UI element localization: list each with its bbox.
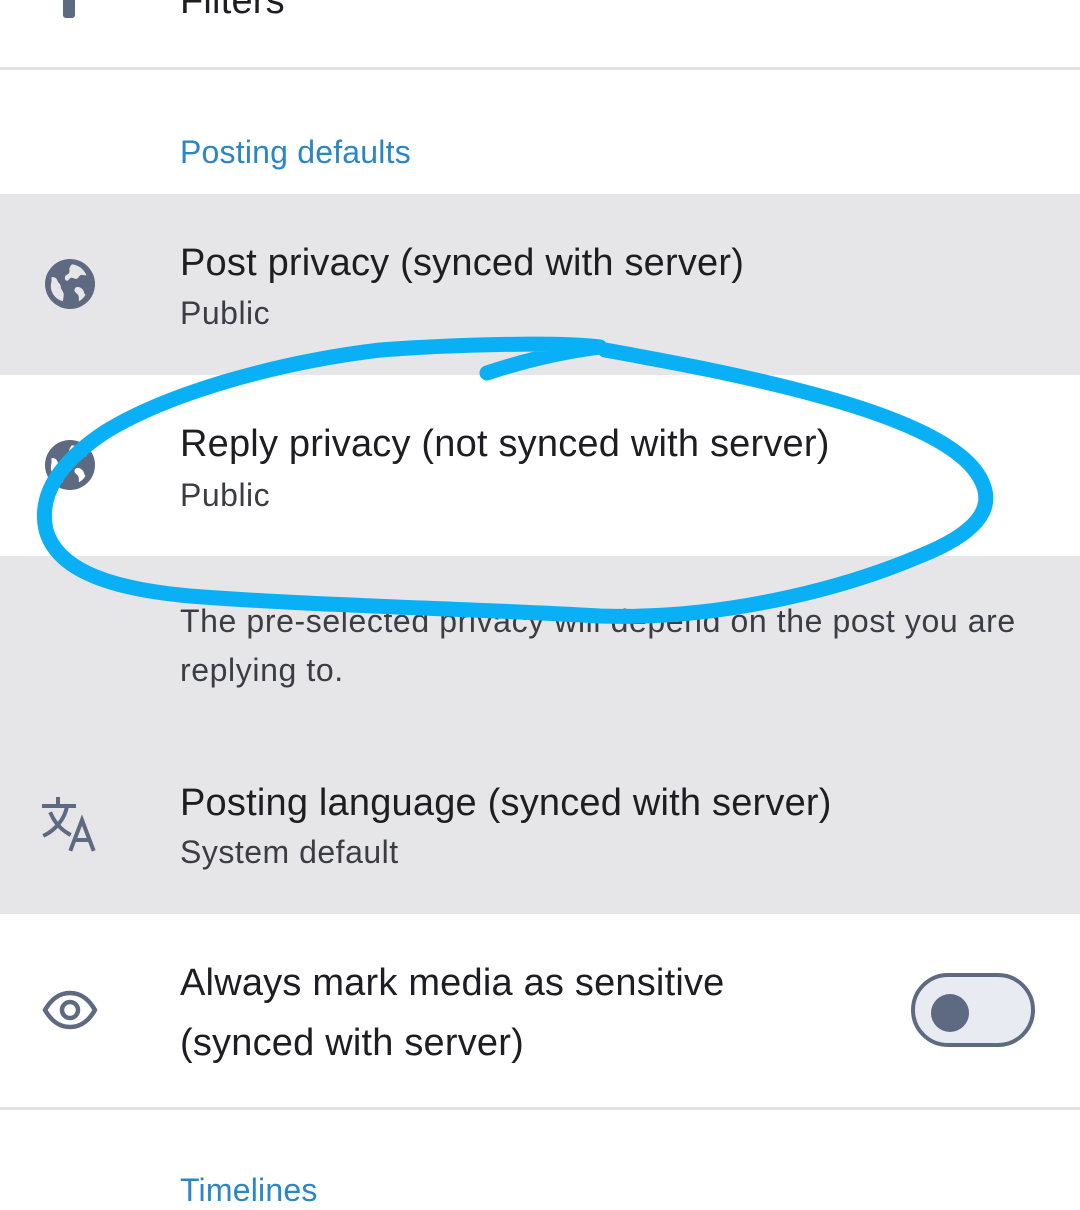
filters-row[interactable]: Filters [0, 0, 1080, 68]
globe-icon [40, 435, 100, 495]
translate-icon [40, 794, 100, 854]
post-privacy-value: Public [180, 295, 271, 331]
reply-privacy-title: Reply privacy (not synced with server) [180, 423, 830, 465]
toggle-knob [931, 994, 969, 1032]
post-privacy-title: Post privacy (synced with server) [180, 242, 745, 284]
reply-privacy-row[interactable]: Reply privacy (not synced with server) P… [0, 375, 1080, 556]
divider [0, 67, 1080, 70]
eye-icon [40, 980, 100, 1040]
section-header-posting-defaults: Posting defaults [180, 134, 411, 170]
reply-privacy-hint: The pre-selected privacy will depend on … [180, 603, 1016, 688]
posting-language-title: Posting language (synced with server) [180, 782, 832, 824]
sensitive-media-title-line1: Always mark media as sensitive [180, 962, 725, 1004]
posting-language-value: System default [180, 834, 399, 870]
sensitive-media-title-line2: (synced with server) [180, 1022, 524, 1064]
divider [0, 1107, 1080, 1110]
filters-label: Filters [180, 0, 285, 22]
post-privacy-row[interactable]: Post privacy (synced with server) Public [0, 194, 1080, 375]
section-header-timelines: Timelines [180, 1172, 318, 1208]
reply-privacy-value: Public [180, 477, 271, 513]
globe-icon [40, 254, 100, 314]
filter-icon [63, 0, 75, 18]
posting-language-row[interactable]: Posting language (synced with server) Sy… [0, 740, 1080, 914]
sensitive-media-toggle[interactable] [911, 973, 1035, 1047]
